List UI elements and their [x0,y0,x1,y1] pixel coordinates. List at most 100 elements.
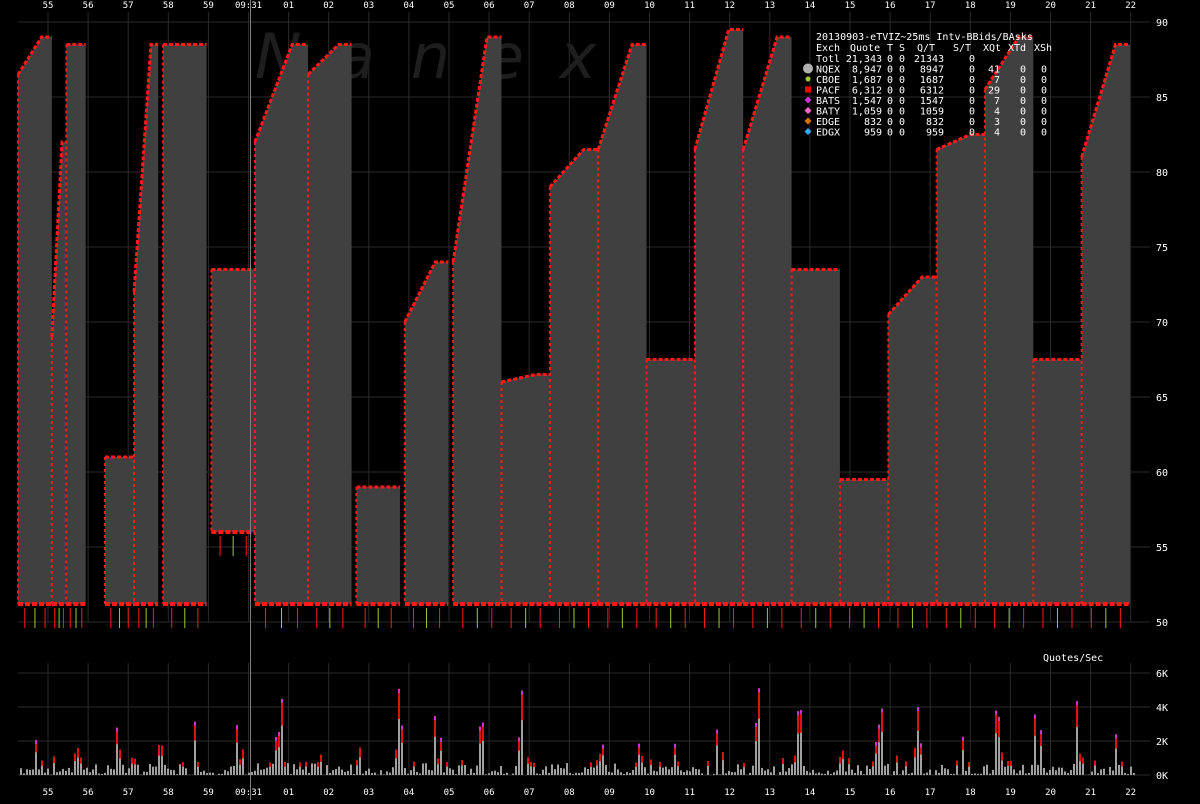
legend-cell: 0 [969,75,975,86]
quote-rate-bar [32,769,34,775]
quote-rate-bar [1004,767,1006,775]
price-bar-segment [550,150,598,605]
quote-rate-bar [830,774,832,775]
legend-cell: 832 [864,117,882,128]
quote-rate-bar-peak [275,737,277,741]
x-tick-label-top: 03 [363,1,374,11]
quote-rate-bar [767,769,769,775]
legend-cell: 7 [994,96,1000,107]
quote-rate-bar [827,771,829,775]
quote-rate-bar [380,770,382,775]
quote-rate-bar [749,773,751,775]
x-tick-label-bottom: 12 [724,788,735,798]
quote-rate-bar [176,774,178,775]
quote-rate-bar [539,774,541,775]
quote-rate-bar [680,770,682,775]
quote-rate-bar-top [53,757,55,763]
quote-rate-bar [983,766,985,775]
x-tick-label-top: 56 [83,1,94,11]
x-tick-label-bottom: 20 [1045,788,1056,798]
quote-rate-bar [296,769,298,775]
x-tick-label-bottom: 11 [684,788,695,798]
quote-rate-bar [773,766,775,775]
quote-rate-bar [821,774,823,775]
quote-rate-bar [1070,770,1072,775]
quote-rate-bar [965,771,967,775]
quote-rate-bar [128,768,130,775]
quote-rate-bar-top [590,763,592,767]
quote-rate-bar [86,768,88,775]
legend-cell: 1547 [920,96,944,107]
quote-rate-bar-top [527,758,529,764]
legend-cell: 0 [969,54,975,65]
quote-rate-bar-top [197,762,199,766]
quote-rate-bar [1118,765,1120,775]
quote-rate-bar [515,766,517,775]
legend-cell: 8947 [920,65,944,76]
quote-rate-bar [494,771,496,775]
quote-rate-bar-peak [521,691,523,695]
legend-cell: 6312 [920,86,944,97]
legend-cell: 1059 [920,107,944,118]
quote-rate-bar [941,765,943,775]
quote-rate-bar [1067,773,1069,775]
quote-rate-bar [593,768,595,775]
price-bar-segment [255,45,308,605]
legend-cell: 0 [969,107,975,118]
quote-rate-bar [812,770,814,775]
quote-rate-bar [56,772,58,775]
quote-rate-bar [233,766,235,775]
legend-cell: 0 [887,86,893,97]
quote-rate-bar-top [161,745,163,755]
quote-rate-bar [992,770,994,775]
quote-rate-bar-top [395,750,397,759]
quote-rate-bar [854,773,856,775]
quote-rate-bar [1028,773,1030,775]
legend-cell: 0 [887,96,893,107]
quote-rate-bar [728,771,730,775]
x-tick-label-bottom: 19 [1005,788,1016,798]
volume-panel-label: Quotes/Sec [1043,653,1103,664]
quote-rate-bar-peak [116,728,118,732]
y-tick-label: 75 [1156,243,1168,254]
quote-rate-bar [47,769,49,775]
quote-rate-bar-top [1001,753,1003,761]
quote-rate-bar [449,768,451,775]
quote-rate-bar [164,765,166,775]
legend-cell: 0 [1020,107,1026,118]
quote-rate-bar-peak [920,743,922,747]
legend-header-cell: Q/T [917,43,935,54]
legend-cell: BATS [816,96,840,107]
quote-rate-bar-top [1079,754,1081,761]
quote-rate-bar-peak [194,722,196,726]
legend-cell: 0 [969,117,975,128]
quote-rate-bar [818,772,820,775]
quote-rate-bar [557,764,559,775]
quote-rate-bar [419,773,421,775]
quote-rate-bar [29,770,31,775]
quote-rate-bar [725,773,727,775]
quote-rate-bar [152,767,154,775]
price-bar-segment [985,37,1033,604]
quote-rate-bar [491,771,493,775]
quote-rate-bar-top [158,745,160,755]
legend-cell: 0 [1041,107,1047,118]
x-tick-label-top: 17 [925,1,936,11]
quote-rate-bar [476,766,478,775]
quote-rate-bar [974,773,976,775]
quote-rate-bar [617,769,619,775]
quote-rate-bar [206,773,208,775]
quote-rate-bar-top [77,748,79,757]
quote-rate-bar-top [131,758,133,764]
quote-rate-bar [488,773,490,775]
quote-rate-bar-peak [995,711,997,715]
x-tick-label-bottom: 57 [123,788,134,798]
x-tick-label-top: 07 [524,1,535,11]
quote-rate-bar-top [413,762,415,767]
quote-rate-bar-top [80,758,82,764]
quote-rate-bar [653,771,655,775]
x-tick-label-bottom: 09 [604,788,615,798]
legend-marker-circle [803,64,813,74]
quote-rate-bar-top [758,688,760,718]
quote-rate-bar [545,766,547,775]
